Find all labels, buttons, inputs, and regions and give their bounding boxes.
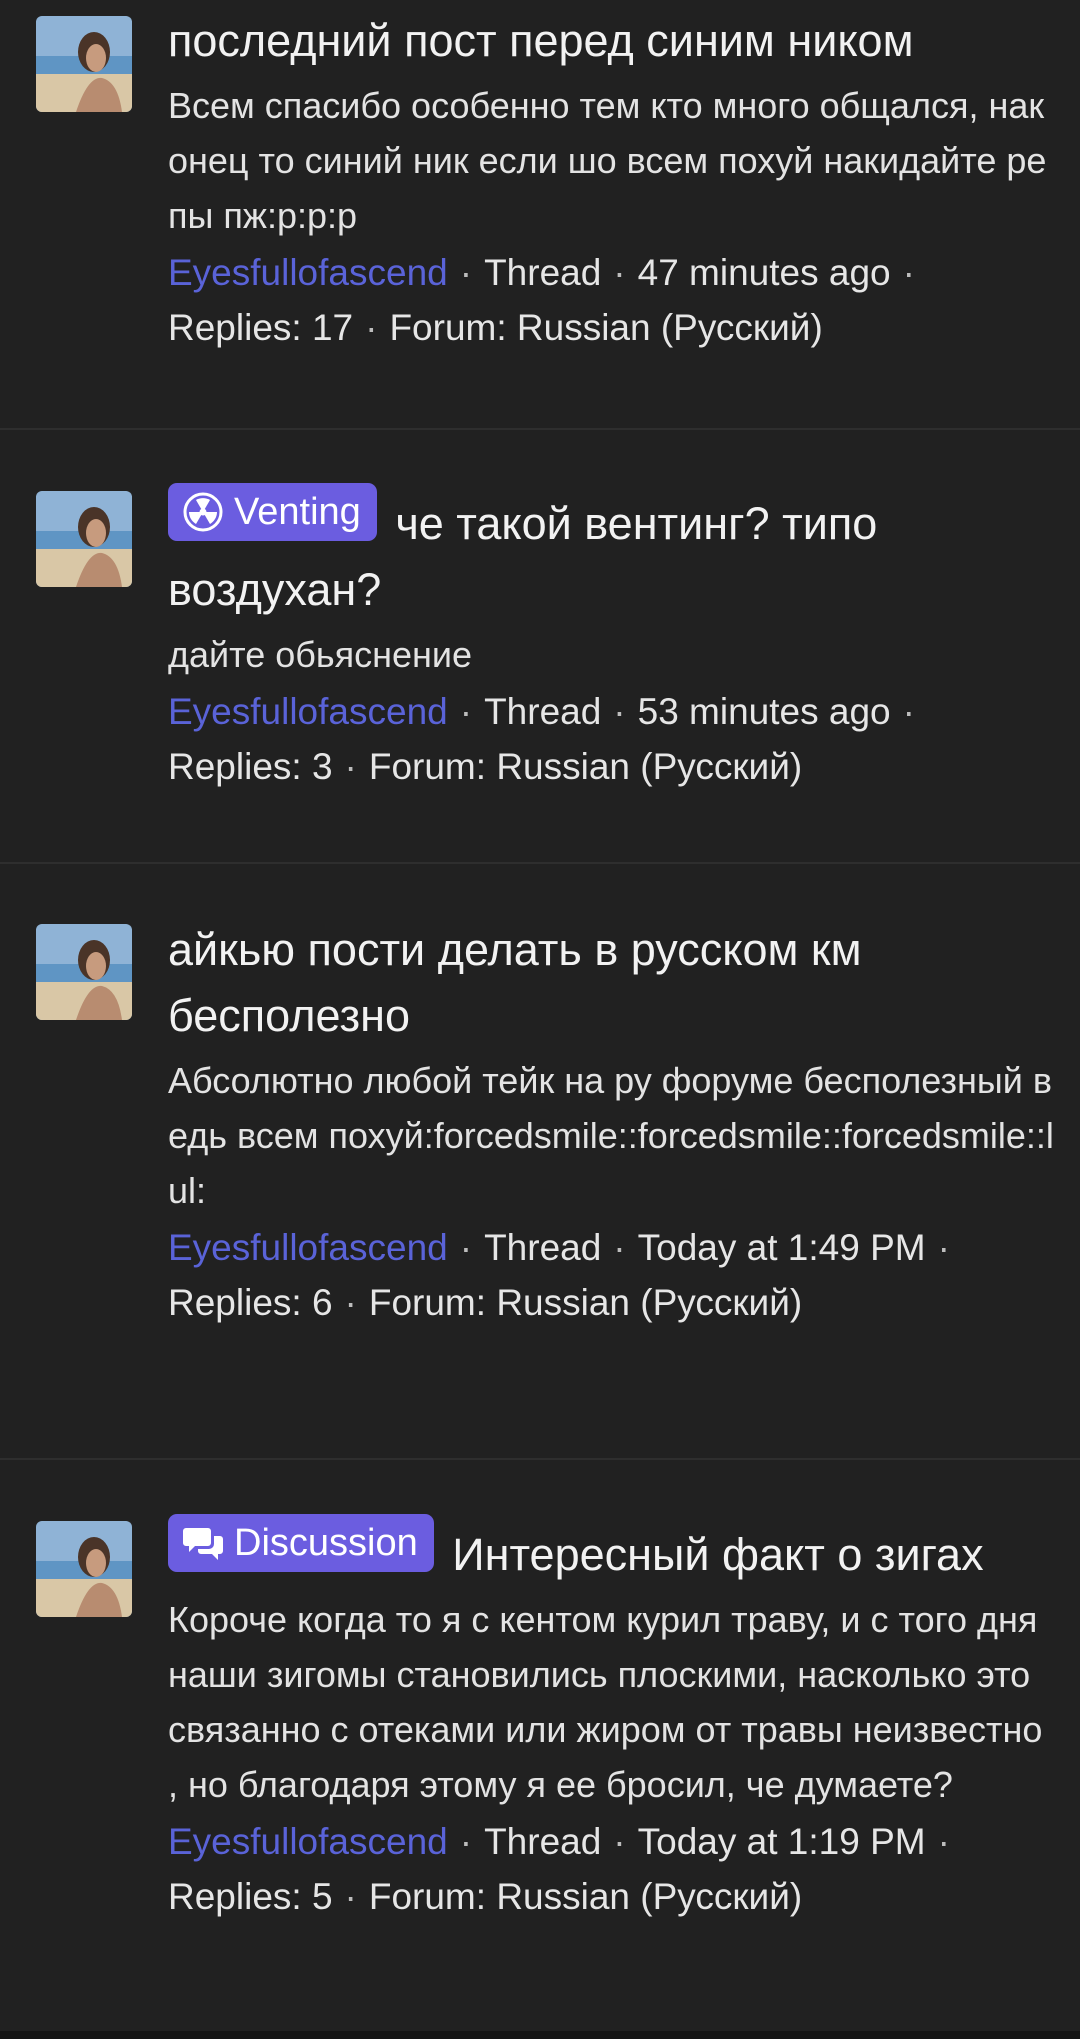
meta-separator: · bbox=[344, 1282, 357, 1323]
meta-separator: · bbox=[613, 691, 626, 732]
author-link[interactable]: Eyesfullofascend bbox=[168, 1821, 448, 1862]
thread-item[interactable]: Venting че такой вентинг? типо воздухан?… bbox=[0, 483, 1080, 794]
thread-snippet: Короче когда то я с кентом курил траву, … bbox=[168, 1599, 1043, 1805]
meta-separator: · bbox=[459, 1821, 473, 1862]
reply-count: Replies: 6 bbox=[168, 1282, 333, 1323]
prefix-badge[interactable]: Discussion bbox=[168, 1514, 434, 1572]
chat-bubbles-icon bbox=[182, 1522, 224, 1564]
thread-snippet: дайте обьяснение bbox=[168, 634, 473, 675]
reply-count: Replies: 3 bbox=[168, 746, 333, 787]
meta-separator: · bbox=[937, 1821, 950, 1862]
reply-count: Replies: 17 bbox=[168, 307, 354, 348]
thread-title[interactable]: последний пост перед синим ником bbox=[168, 8, 1056, 74]
meta-separator: · bbox=[937, 1227, 950, 1268]
meta-separator: · bbox=[902, 691, 915, 732]
thread-snippet: Всем спасибо особенно тем кто много обща… bbox=[168, 85, 1047, 236]
forum-link[interactable]: Forum: Russian (Русский) bbox=[389, 307, 822, 348]
meta-separator: · bbox=[344, 1876, 357, 1917]
thread-title[interactable]: айкью пости делать в русском км бесполез… bbox=[168, 917, 1056, 1049]
prefix-badge[interactable]: Venting bbox=[168, 483, 377, 541]
prefix-label: Discussion bbox=[234, 1522, 418, 1564]
author-link[interactable]: Eyesfullofascend bbox=[168, 252, 448, 293]
meta-separator: · bbox=[613, 1821, 626, 1862]
bottom-edge bbox=[0, 2031, 1080, 2039]
post-divider bbox=[0, 428, 1080, 430]
post-divider bbox=[0, 862, 1080, 864]
thread-item[interactable]: последний пост перед синим ником Всем сп… bbox=[0, 8, 1080, 355]
meta-separator: · bbox=[459, 1227, 473, 1268]
thread-title[interactable]: Discussion Интересный факт о зигах bbox=[168, 1514, 1056, 1588]
thread-time: 53 minutes ago bbox=[637, 691, 891, 732]
thread-type: Thread bbox=[484, 691, 602, 732]
thread-type: Thread bbox=[484, 1821, 602, 1862]
meta-separator: · bbox=[344, 746, 357, 787]
meta-separator: · bbox=[613, 252, 626, 293]
forum-link[interactable]: Forum: Russian (Русский) bbox=[369, 1282, 802, 1323]
thread-time: 47 minutes ago bbox=[637, 252, 891, 293]
author-link[interactable]: Eyesfullofascend bbox=[168, 1227, 448, 1268]
meta-separator: · bbox=[365, 307, 378, 348]
thread-meta: Eyesfullofascend · Thread · Today at 1:19 PM… bbox=[168, 1814, 1056, 1924]
thread-snippet: Абсолютно любой тейк на ру форуме беспол… bbox=[168, 1060, 1054, 1211]
radioactive-icon bbox=[182, 491, 224, 533]
thread-time: Today at 1:49 PM bbox=[637, 1227, 926, 1268]
thread-meta: Eyesfullofascend · Thread · 53 minutes ago · … bbox=[168, 684, 1056, 794]
thread-item[interactable]: айкью пости делать в русском км бесполез… bbox=[0, 917, 1080, 1330]
thread-type: Thread bbox=[484, 252, 602, 293]
thread-type: Thread bbox=[484, 1227, 602, 1268]
meta-separator: · bbox=[459, 252, 473, 293]
thread-meta: Eyesfullofascend · Thread · 47 minutes ago · … bbox=[168, 245, 1056, 355]
author-link[interactable]: Eyesfullofascend bbox=[168, 691, 448, 732]
thread-title[interactable]: Venting че такой вентинг? типо воздухан? bbox=[168, 483, 1056, 623]
thread-item[interactable]: Discussion Интересный факт о зигах Короч… bbox=[0, 1514, 1080, 1924]
meta-separator: · bbox=[902, 252, 915, 293]
thread-title-text: Интересный факт о зигах bbox=[452, 1529, 984, 1580]
thread-meta: Eyesfullofascend · Thread · Today at 1:49 PM… bbox=[168, 1220, 1056, 1330]
prefix-label: Venting bbox=[234, 491, 361, 533]
forum-link[interactable]: Forum: Russian (Русский) bbox=[369, 746, 802, 787]
post-divider bbox=[0, 1458, 1080, 1460]
forum-link[interactable]: Forum: Russian (Русский) bbox=[369, 1876, 802, 1917]
meta-separator: · bbox=[613, 1227, 626, 1268]
meta-separator: · bbox=[459, 691, 473, 732]
thread-time: Today at 1:19 PM bbox=[637, 1821, 926, 1862]
reply-count: Replies: 5 bbox=[168, 1876, 333, 1917]
